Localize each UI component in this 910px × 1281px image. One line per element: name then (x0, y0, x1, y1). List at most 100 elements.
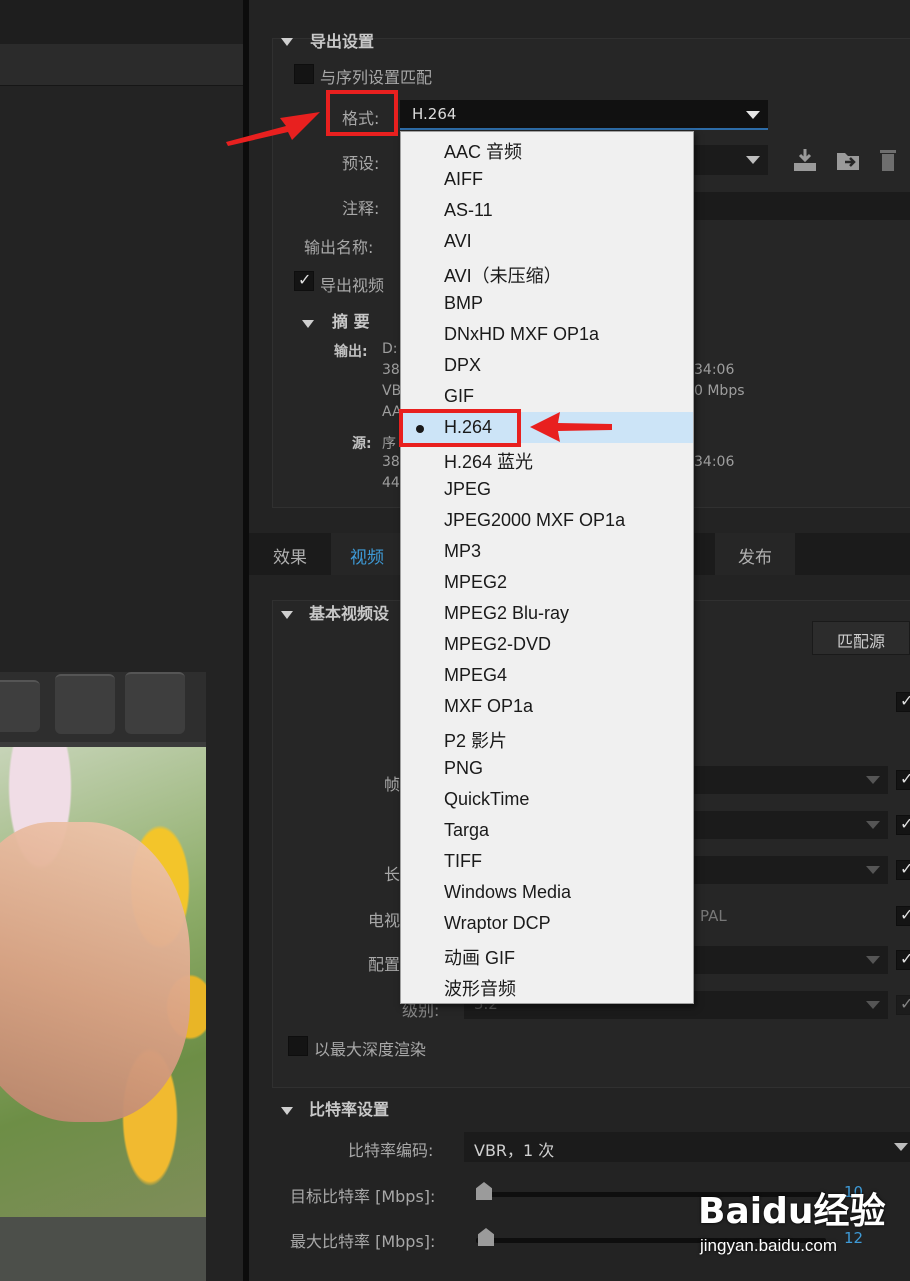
render-max-depth-checkbox[interactable] (288, 1036, 308, 1056)
format-option[interactable]: AS-11 (401, 195, 693, 226)
field-order-label: 长 (384, 865, 401, 884)
delete-preset-icon[interactable] (878, 147, 898, 173)
annotation-arrow-format (226, 112, 320, 146)
max-bitrate-label: 最大比特率 [Mbps]: (290, 1232, 436, 1251)
tv-standard-label: 电视 (368, 911, 401, 930)
profile-checkbox[interactable] (896, 949, 910, 970)
format-option[interactable]: JPEG2000 MXF OP1a (401, 505, 693, 536)
format-option[interactable]: AAC 音频 (401, 133, 693, 164)
format-option[interactable]: JPEG (401, 474, 693, 505)
format-dropdown-list[interactable]: AAC 音频 AIFF AS-11 AVI AVI（未压缩） BMP DNxHD… (400, 131, 694, 1004)
chevron-down-icon (866, 956, 880, 964)
left-toolbar (0, 44, 243, 86)
summary-output-label: 输出: (334, 344, 368, 360)
summary-output-line: VB (382, 383, 402, 399)
chevron-down-icon (746, 111, 760, 119)
profile-select[interactable] (694, 946, 888, 974)
format-select[interactable]: H.264 (400, 100, 768, 130)
profile-label: 配置 (368, 955, 401, 974)
tab-video[interactable]: 视频 (331, 533, 403, 575)
frame-size-checkbox[interactable] (896, 769, 910, 790)
summary-output-right: 0 Mbps (694, 383, 745, 399)
chevron-down-icon (746, 156, 760, 164)
annotation-box-format (326, 90, 398, 136)
import-preset-icon[interactable] (792, 147, 818, 173)
preset-select[interactable] (694, 145, 768, 175)
tab-publish[interactable]: 发布 (715, 533, 795, 575)
format-option[interactable]: MXF OP1a (401, 691, 693, 722)
format-option[interactable]: MPEG2 (401, 567, 693, 598)
basic-video-collapse-icon[interactable] (281, 604, 293, 623)
frame-rate-select[interactable] (694, 811, 888, 839)
format-option[interactable]: AIFF (401, 164, 693, 195)
tv-standard-value: PAL (700, 907, 727, 925)
output-name-label: 输出名称: (304, 238, 374, 257)
format-option[interactable]: Targa (401, 815, 693, 846)
preview-bottom (0, 1217, 206, 1281)
tab-effects[interactable]: 效果 (259, 533, 321, 575)
bitrate-encoding-value: VBR，1 次 (474, 1141, 555, 1160)
frame-rate-checkbox[interactable] (896, 814, 910, 835)
format-option[interactable]: TIFF (401, 846, 693, 877)
format-option[interactable]: MP3 (401, 536, 693, 567)
format-option[interactable]: Windows Media (401, 877, 693, 908)
format-option[interactable]: 波形音频 (401, 970, 693, 1001)
basic-video-checkbox[interactable] (896, 691, 910, 712)
render-max-depth-label: 以最大深度渲染 (314, 1040, 427, 1059)
match-sequence-checkbox[interactable] (294, 64, 314, 84)
basic-video-header: 基本视频设 (309, 604, 390, 623)
tv-standard-checkbox[interactable] (896, 905, 910, 926)
summary-collapse-icon[interactable] (302, 313, 314, 332)
format-option[interactable]: Wraptor DCP (401, 908, 693, 939)
format-option[interactable]: DNxHD MXF OP1a (401, 319, 693, 350)
format-option[interactable]: BMP (401, 288, 693, 319)
format-option[interactable]: H.264 蓝光 (401, 443, 693, 474)
video-preview (0, 672, 206, 1281)
summary-output-line: D: (382, 341, 398, 357)
format-option[interactable]: AVI（未压缩） (401, 257, 693, 288)
format-option[interactable]: PNG (401, 753, 693, 784)
bitrate-encoding-label: 比特率编码: (348, 1141, 434, 1160)
summary-source-line: 序 (382, 436, 396, 452)
preview-hand (0, 822, 190, 1122)
format-option[interactable]: MPEG4 (401, 660, 693, 691)
comments-field[interactable] (694, 192, 910, 220)
preset-label: 预设: (342, 154, 380, 173)
save-preset-icon[interactable] (835, 148, 861, 172)
bitrate-collapse-icon[interactable] (281, 1100, 293, 1119)
left-topbar (0, 0, 243, 44)
export-settings-header: 导出设置 (310, 32, 375, 51)
bitrate-encoding-select[interactable]: VBR，1 次 (464, 1132, 910, 1162)
comments-label: 注释: (342, 199, 380, 218)
format-option[interactable]: AVI (401, 226, 693, 257)
annotation-arrow-h264 (530, 412, 612, 442)
export-video-label: 导出视频 (320, 276, 385, 295)
format-option[interactable]: GIF (401, 381, 693, 412)
summary-output-right: 34:06 (694, 362, 735, 378)
match-sequence-label: 与序列设置匹配 (320, 68, 433, 87)
format-option[interactable]: P2 影片 (401, 722, 693, 753)
target-bitrate-label: 目标比特率 [Mbps]: (290, 1187, 436, 1206)
chevron-down-icon (866, 821, 880, 829)
export-settings-collapse-icon[interactable] (281, 31, 293, 50)
preview-keyboard (0, 672, 206, 742)
format-option[interactable]: QuickTime (401, 784, 693, 815)
export-video-checkbox[interactable] (294, 270, 314, 291)
field-order-select[interactable] (694, 856, 888, 884)
chevron-down-icon (866, 866, 880, 874)
format-option[interactable]: MPEG2-DVD (401, 629, 693, 660)
format-select-value: H.264 (412, 105, 457, 123)
level-checkbox[interactable] (896, 994, 910, 1015)
baidu-watermark: Baidu经验 jingyan.baidu.com (690, 1180, 910, 1281)
format-option[interactable]: MPEG2 Blu-ray (401, 598, 693, 629)
chevron-down-icon (866, 1001, 880, 1009)
chevron-down-icon (894, 1143, 908, 1151)
summary-output-line: 38 (382, 362, 400, 378)
frame-size-label: 帧 (384, 775, 401, 794)
annotation-box-h264 (399, 409, 521, 447)
format-option[interactable]: DPX (401, 350, 693, 381)
field-order-checkbox[interactable] (896, 859, 910, 880)
format-option[interactable]: 动画 GIF (401, 939, 693, 970)
frame-size-select[interactable] (694, 766, 888, 794)
match-source-button[interactable]: 匹配源 (812, 621, 910, 655)
